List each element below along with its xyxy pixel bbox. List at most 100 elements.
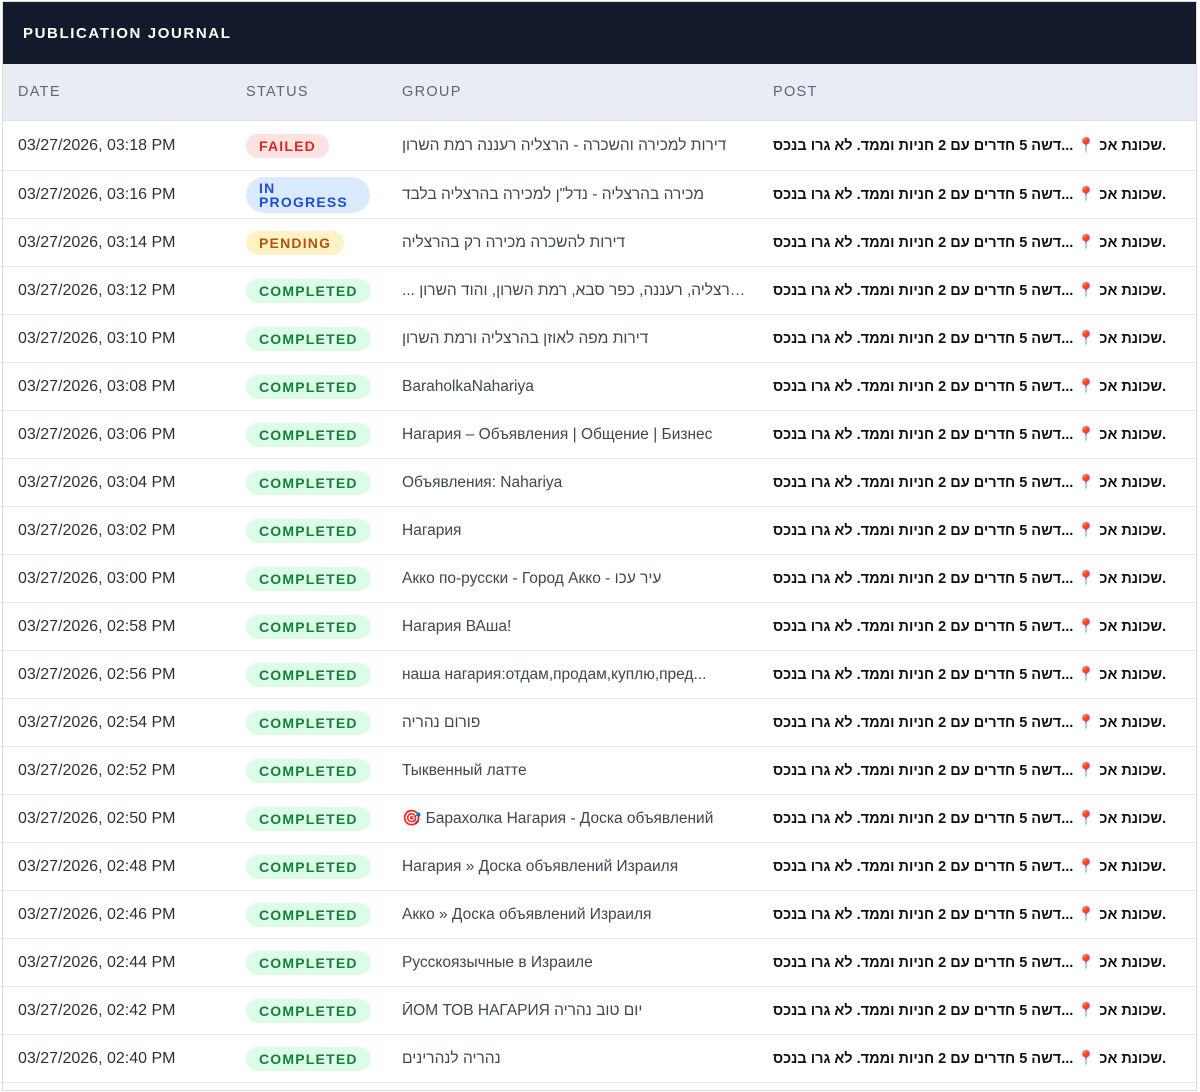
date-text: 03/27/2026, 03:06 PM	[18, 425, 176, 443]
row-status: COMPLETED	[246, 507, 371, 554]
status-badge: COMPLETED	[246, 998, 371, 1023]
row-group: Нагария	[402, 507, 747, 554]
post-preview: שכונת אכ 📍 ...דשה 5 חדרים עם 2 חניות וממ…	[773, 283, 1167, 299]
row-date: 03/27/2026, 02:46 PM	[18, 891, 175, 938]
status-badge: COMPLETED	[246, 854, 371, 879]
date-text: 03/27/2026, 03:08 PM	[18, 377, 176, 395]
post-preview: שכונת אכ 📍 ...דשה 5 חדרים עם 2 חניות וממ…	[773, 571, 1167, 587]
date-text: 03/27/2026, 03:04 PM	[18, 473, 176, 491]
date-text: 03/27/2026, 03:10 PM	[18, 329, 176, 347]
table-row[interactable]: 03/27/2026, 03:14 PM PENDING דירות להשכרה …	[3, 219, 1196, 267]
column-header-date[interactable]: DATE	[18, 84, 61, 100]
row-status: COMPLETED	[246, 411, 371, 458]
row-date: 03/27/2026, 03:18 PM	[18, 121, 175, 170]
post-preview: שכונת אכ 📍 ...דשה 5 חדרים עם 2 חניות וממ…	[773, 187, 1167, 203]
table-row[interactable]: 03/27/2026, 02:40 PM COMPLETED נהריה לנהרי…	[3, 1035, 1196, 1083]
table-row[interactable]: 03/27/2026, 03:12 PM COMPLETED ... בהרצליה…	[3, 267, 1196, 315]
table-row[interactable]: 03/27/2026, 03:08 PM COMPLETED BaraholkaNa…	[3, 363, 1196, 411]
row-group: Тыквенный латте	[402, 747, 747, 794]
table-row[interactable]: 03/27/2026, 03:00 PM COMPLETED Акко по-рус…	[3, 555, 1196, 603]
row-group: נהריה לנהרינים	[402, 1035, 747, 1082]
row-post: שכונת אכ 📍 ...דשה 5 חדרים עם 2 חניות וממ…	[773, 219, 1183, 266]
status-badge: COMPLETED	[246, 806, 371, 831]
column-header-group[interactable]: GROUP	[402, 84, 462, 100]
group-name: ... בהרצליה, רעננה, כפר סבא, רמת השרון, …	[402, 281, 747, 299]
table-row[interactable]: 03/27/2026, 03:04 PM COMPLETED Объявления:…	[3, 459, 1196, 507]
date-text: 03/27/2026, 02:58 PM	[18, 617, 176, 635]
row-status: COMPLETED	[246, 315, 371, 362]
post-preview: שכונת אכ 📍 ...דשה 5 חדרים עם 2 חניות וממ…	[773, 763, 1167, 779]
status-badge: IN PROGRESS	[246, 176, 370, 213]
group-name: Нагария » Доска объявлений Израиля	[402, 857, 679, 875]
row-group: BaraholkaNahariya	[402, 363, 747, 410]
row-post: שכונת אכ 📍 ...דשה 5 חדרים עם 2 חניות וממ…	[773, 891, 1183, 938]
group-name: Тыквенный латте	[402, 761, 527, 779]
table-row[interactable]: 03/27/2026, 03:02 PM COMPLETED Нагария שכונ…	[3, 507, 1196, 555]
table-row[interactable]: 03/27/2026, 02:48 PM COMPLETED Нагария » Д…	[3, 843, 1196, 891]
table-row[interactable]: 03/27/2026, 02:58 PM COMPLETED Нагария ВАш…	[3, 603, 1196, 651]
group-name: Русскоязычные в Израиле	[402, 953, 593, 971]
table-row[interactable]: 03/27/2026, 03:10 PM COMPLETED דירות מפה ל…	[3, 315, 1196, 363]
group-name: פורום נהריה	[402, 713, 481, 731]
row-post: שכונת אכ 📍 ...דשה 5 חדרים עם 2 חניות וממ…	[773, 747, 1183, 794]
row-date: 03/27/2026, 03:12 PM	[18, 267, 175, 314]
date-text: 03/27/2026, 02:56 PM	[18, 665, 176, 683]
row-status: COMPLETED	[246, 891, 371, 938]
status-badge: COMPLETED	[246, 614, 371, 639]
date-text: 03/27/2026, 03:14 PM	[18, 233, 176, 251]
table-row[interactable]: 03/27/2026, 02:52 PM COMPLETED Тыквенный л…	[3, 747, 1196, 795]
row-status: COMPLETED	[246, 987, 371, 1034]
row-post: שכונת אכ 📍 ...דשה 5 חדרים עם 2 חניות וממ…	[773, 363, 1183, 410]
column-header-status[interactable]: STATUS	[246, 84, 309, 100]
post-preview: שכונת אכ 📍 ...דשה 5 חדרים עם 2 חניות וממ…	[773, 475, 1167, 491]
table-row[interactable]: 03/27/2026, 02:46 PM COMPLETED Акко » Доск…	[3, 891, 1196, 939]
post-preview: שכונת אכ 📍 ...דשה 5 חדרים עם 2 חניות וממ…	[773, 1051, 1167, 1067]
column-header-post[interactable]: POST	[773, 84, 818, 100]
row-group: Объявления: Nahariya	[402, 459, 747, 506]
row-date: 03/27/2026, 02:40 PM	[18, 1035, 175, 1082]
row-date: 03/27/2026, 03:04 PM	[18, 459, 175, 506]
row-post: שכונת אכ 📍 ...דשה 5 חדרים עם 2 חניות וממ…	[773, 267, 1183, 314]
status-badge: PENDING	[246, 230, 345, 255]
row-group: 🎯 Барахолка Нагария - Доска объявлений	[402, 795, 747, 842]
date-text: 03/27/2026, 02:50 PM	[18, 809, 176, 827]
post-preview: שכונת אכ 📍 ...דשה 5 חדרים עם 2 חניות וממ…	[773, 235, 1167, 251]
row-post: שכונת אכ 📍 ...דשה 5 חדרים עם 2 חניות וממ…	[773, 411, 1183, 458]
table-row[interactable]: 03/27/2026, 03:16 PM IN PROGRESS מכירה בהר…	[3, 171, 1196, 219]
post-preview: שכונת אכ 📍 ...דשה 5 חדרים עם 2 חניות וממ…	[773, 379, 1167, 395]
row-group: наша нагария:отдам,продам,куплю,пред...	[402, 651, 747, 698]
group-name: מכירה בהרצליה - נדל"ן למכירה בהרצליה בלב…	[402, 185, 705, 203]
table-row[interactable]: 03/27/2026, 02:56 PM COMPLETED наша нагари…	[3, 651, 1196, 699]
row-group: ... בהרצליה, רעננה, כפר סבא, רמת השרון, …	[402, 267, 747, 314]
row-post: שכונת אכ 📍 ...דשה 5 חדרים עם 2 חניות וממ…	[773, 651, 1183, 698]
row-group: Нагария » Доска объявлений Израиля	[402, 843, 747, 890]
table-row[interactable]: 03/27/2026, 02:44 PM COMPLETED Русскоязычн…	[3, 939, 1196, 987]
table-row[interactable]: 03/27/2026, 02:54 PM COMPLETED פורום נהריה…	[3, 699, 1196, 747]
date-text: 03/27/2026, 03:02 PM	[18, 521, 176, 539]
post-preview: שכונת אכ 📍 ...דשה 5 חדרים עם 2 חניות וממ…	[773, 331, 1167, 347]
status-badge: COMPLETED	[246, 950, 371, 975]
row-post: שכונת אכ 📍 ...דשה 5 חדרים עם 2 חניות וממ…	[773, 507, 1183, 554]
row-date: 03/27/2026, 02:58 PM	[18, 603, 175, 650]
row-status: COMPLETED	[246, 699, 371, 746]
post-preview: שכונת אכ 📍 ...דשה 5 חדרים עם 2 חניות וממ…	[773, 715, 1167, 731]
table-row[interactable]: 03/27/2026, 03:06 PM COMPLETED Нагария – О…	[3, 411, 1196, 459]
row-post: שכונת אכ 📍 ...דשה 5 חדרים עם 2 חניות וממ…	[773, 795, 1183, 842]
panel-title: PUBLICATION JOURNAL	[3, 2, 1196, 64]
table-row[interactable]: 03/27/2026, 03:18 PM FAILED דירות למכירה ו…	[3, 121, 1196, 171]
table-row[interactable]: 03/27/2026, 02:50 PM COMPLETED 🎯 Барахолка…	[3, 795, 1196, 843]
row-status: IN PROGRESS	[246, 171, 370, 218]
post-preview: שכונת אכ 📍 ...דשה 5 חדרים עם 2 חניות וממ…	[773, 667, 1167, 683]
row-post: שכונת אכ 📍 ...דשה 5 חדרים עם 2 חניות וממ…	[773, 699, 1183, 746]
row-date: 03/27/2026, 02:52 PM	[18, 747, 175, 794]
date-text: 03/27/2026, 02:54 PM	[18, 713, 176, 731]
row-date: 03/27/2026, 02:54 PM	[18, 699, 175, 746]
row-date: 03/27/2026, 02:50 PM	[18, 795, 175, 842]
row-date: 03/27/2026, 02:44 PM	[18, 939, 175, 986]
group-name: Объявления: Nahariya	[402, 473, 563, 491]
row-date: 03/27/2026, 02:48 PM	[18, 843, 175, 890]
post-preview: שכונת אכ 📍 ...דשה 5 חדרים עם 2 חניות וממ…	[773, 523, 1167, 539]
table-row[interactable]: 03/27/2026, 02:42 PM COMPLETED ЙОМ ТОВ НАГ…	[3, 987, 1196, 1035]
status-badge: COMPLETED	[246, 374, 371, 399]
row-group: פורום נהריה	[402, 699, 747, 746]
